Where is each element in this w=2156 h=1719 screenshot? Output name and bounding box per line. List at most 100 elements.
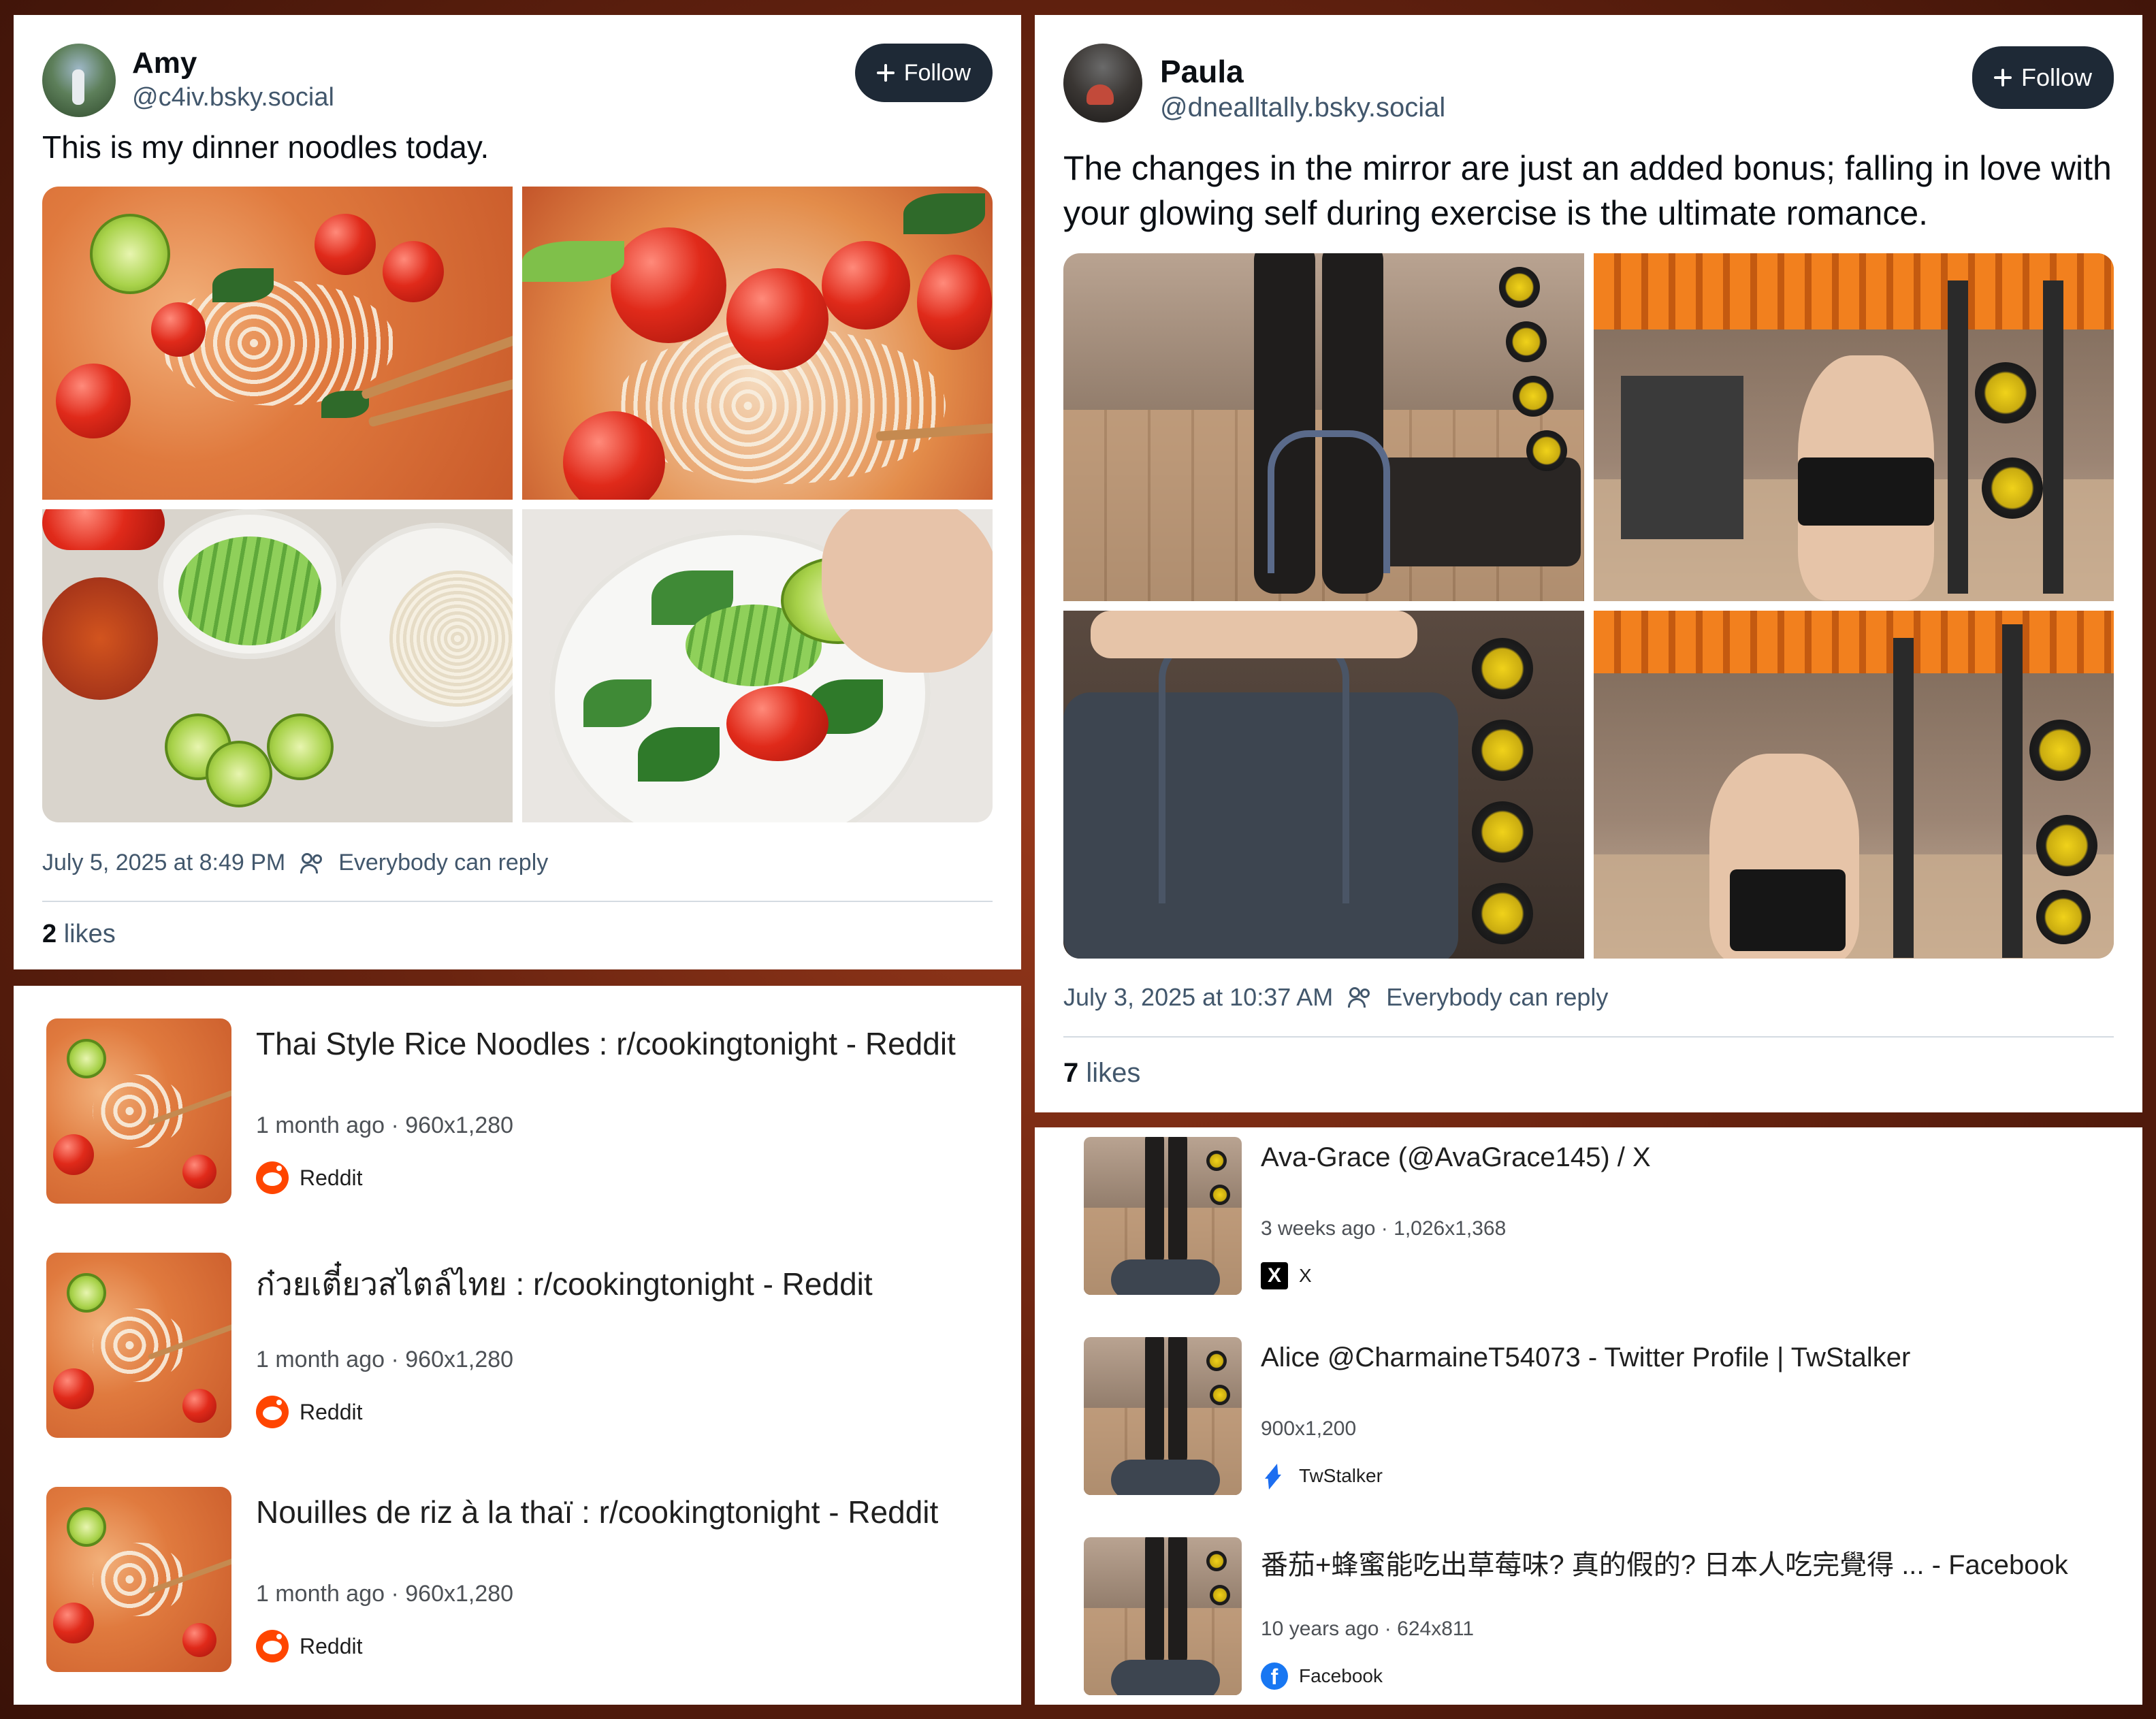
facebook-icon: f [1261, 1662, 1288, 1690]
photo-noodle-soup[interactable] [42, 187, 513, 500]
list-item[interactable]: Alice @CharmaineT54073 - Twitter Profile… [1035, 1337, 2142, 1500]
avatar[interactable] [42, 44, 116, 117]
lime-slice [67, 1039, 106, 1078]
noodle-strands [93, 1308, 185, 1383]
bag-strap [1159, 638, 1349, 903]
avatar-figure [72, 69, 84, 105]
tomato [151, 302, 206, 357]
photo-ingredients[interactable] [42, 509, 513, 822]
result-title[interactable]: Ava-Grace (@AvaGrace145) / X [1261, 1142, 1651, 1173]
bench [1377, 457, 1581, 566]
avatar-figure [1087, 84, 1114, 105]
likes-label: likes [1086, 1058, 1141, 1088]
reply-setting[interactable]: Everybody can reply [1386, 983, 1608, 1012]
noodle-strands [93, 1074, 185, 1148]
result-size: 960x1,280 [405, 1112, 514, 1138]
rack [2001, 624, 2023, 958]
photo-lime-squeeze[interactable] [522, 509, 993, 822]
photo-gym-legs[interactable] [1063, 253, 1584, 601]
result-size: 900x1,200 [1261, 1417, 1357, 1440]
sauce-bowl [42, 577, 158, 700]
handle[interactable]: @dnealltally.bsky.social [1160, 93, 1445, 123]
celery [178, 536, 321, 645]
follow-button[interactable]: Follow [1972, 46, 2114, 109]
timestamp[interactable]: July 5, 2025 at 8:49 PM [42, 850, 285, 876]
tomato [56, 364, 131, 438]
bolt-icon [1261, 1462, 1288, 1490]
people-icon [1348, 987, 1375, 1008]
result-thumbnail[interactable] [1084, 1137, 1242, 1295]
display-name[interactable]: Amy [132, 46, 197, 80]
photo-noodle-closeup[interactable] [522, 187, 993, 500]
source-name: Reddit [300, 1633, 363, 1658]
dumbbell [1210, 1385, 1230, 1405]
tomato [182, 1389, 216, 1423]
source-name: X [1299, 1265, 1312, 1286]
list-item[interactable]: Ava-Grace (@AvaGrace145) / X 3 weeks ago… [1035, 1137, 2142, 1300]
handle[interactable]: @c4iv.bsky.social [132, 83, 334, 112]
result-source[interactable]: Reddit [256, 1161, 363, 1194]
herb-leaf [903, 193, 985, 234]
tomato [315, 214, 376, 275]
legs [1145, 1137, 1164, 1266]
result-source[interactable]: f Facebook [1261, 1662, 1383, 1690]
tomato [53, 1603, 94, 1643]
result-thumbnail[interactable] [1084, 1537, 1242, 1695]
likes-count: 2 [42, 920, 57, 948]
gym-bag [1111, 1660, 1220, 1695]
list-item[interactable]: ก๋วยเตี๋ยวสไตล์ไทย : r/cookingtonight - … [14, 1253, 1021, 1443]
display-name[interactable]: Paula [1160, 53, 1244, 90]
likes[interactable]: 2 likes [42, 920, 993, 949]
result-size: 1,026x1,368 [1394, 1217, 1507, 1240]
result-thumbnail[interactable] [46, 1018, 231, 1204]
reply-setting[interactable]: Everybody can reply [338, 850, 548, 876]
result-thumbnail[interactable] [1084, 1337, 1242, 1495]
dumbbell [1472, 638, 1533, 699]
lime-slice [67, 1273, 106, 1313]
result-title[interactable]: ก๋วยเตี๋ยวสไตล์ไทย : r/cookingtonight - … [256, 1259, 873, 1309]
x-icon: X [1261, 1262, 1288, 1289]
reddit-icon [256, 1630, 289, 1662]
follow-label: Follow [2021, 63, 2092, 91]
separator: · [391, 1581, 399, 1607]
ceiling-lights [1593, 253, 2114, 330]
legs [1145, 1337, 1164, 1466]
result-source[interactable]: Reddit [256, 1630, 363, 1662]
lime-slice [90, 214, 170, 294]
result-title[interactable]: Alice @CharmaineT54073 - Twitter Profile… [1261, 1343, 1910, 1373]
people-icon [300, 852, 327, 873]
result-thumbnail[interactable] [46, 1253, 231, 1438]
result-source[interactable]: X X [1261, 1262, 1312, 1289]
timestamp[interactable]: July 3, 2025 at 10:37 AM [1063, 983, 1333, 1012]
result-title[interactable]: Thai Style Rice Noodles : r/cookingtonig… [256, 1025, 956, 1062]
result-title[interactable]: Nouilles de riz à la thaï : r/cookington… [256, 1494, 938, 1530]
weight-plate [2029, 720, 2091, 781]
result-source[interactable]: TwStalker [1261, 1462, 1383, 1490]
photo-gym-mirror-selfie[interactable] [1593, 253, 2114, 601]
post-meta: July 5, 2025 at 8:49 PM Everybody can re… [42, 850, 993, 876]
follow-button[interactable]: Follow [854, 44, 993, 102]
herb-leaf [212, 268, 274, 302]
result-thumbnail[interactable] [46, 1487, 231, 1672]
result-age: 10 years ago [1261, 1618, 1379, 1640]
photo-gym-bag[interactable] [1063, 611, 1584, 959]
likes[interactable]: 7 likes [1063, 1058, 2114, 1089]
photo-gym-mirror-selfie-2[interactable] [1593, 611, 2114, 959]
list-item[interactable]: 番茄+蜂蜜能吃出草莓味? 真的假的? 日本人吃完覺得 ... - Faceboo… [1035, 1537, 2142, 1701]
result-meta: 3 weeks ago · 1,026x1,368 [1261, 1217, 1506, 1240]
avatar[interactable] [1063, 44, 1142, 123]
separator: · [1384, 1618, 1391, 1640]
dumbbell [1472, 883, 1533, 944]
result-meta: 1 month ago · 960x1,280 [256, 1112, 513, 1139]
result-age: 1 month ago [256, 1347, 385, 1372]
list-item[interactable]: Thai Style Rice Noodles : r/cookingtonig… [14, 1018, 1021, 1209]
dumbbell [1513, 376, 1554, 417]
separator: · [391, 1112, 399, 1138]
dumbbell [1210, 1185, 1230, 1205]
result-size: 960x1,280 [405, 1581, 514, 1607]
list-item[interactable]: Nouilles de riz à la thaï : r/cookington… [14, 1487, 1021, 1677]
result-source[interactable]: Reddit [256, 1396, 363, 1428]
sports-top [1729, 869, 1846, 951]
rack [1893, 638, 1914, 958]
result-title[interactable]: 番茄+蜂蜜能吃出草莓味? 真的假的? 日本人吃完覺得 ... - Faceboo… [1261, 1543, 2068, 1582]
